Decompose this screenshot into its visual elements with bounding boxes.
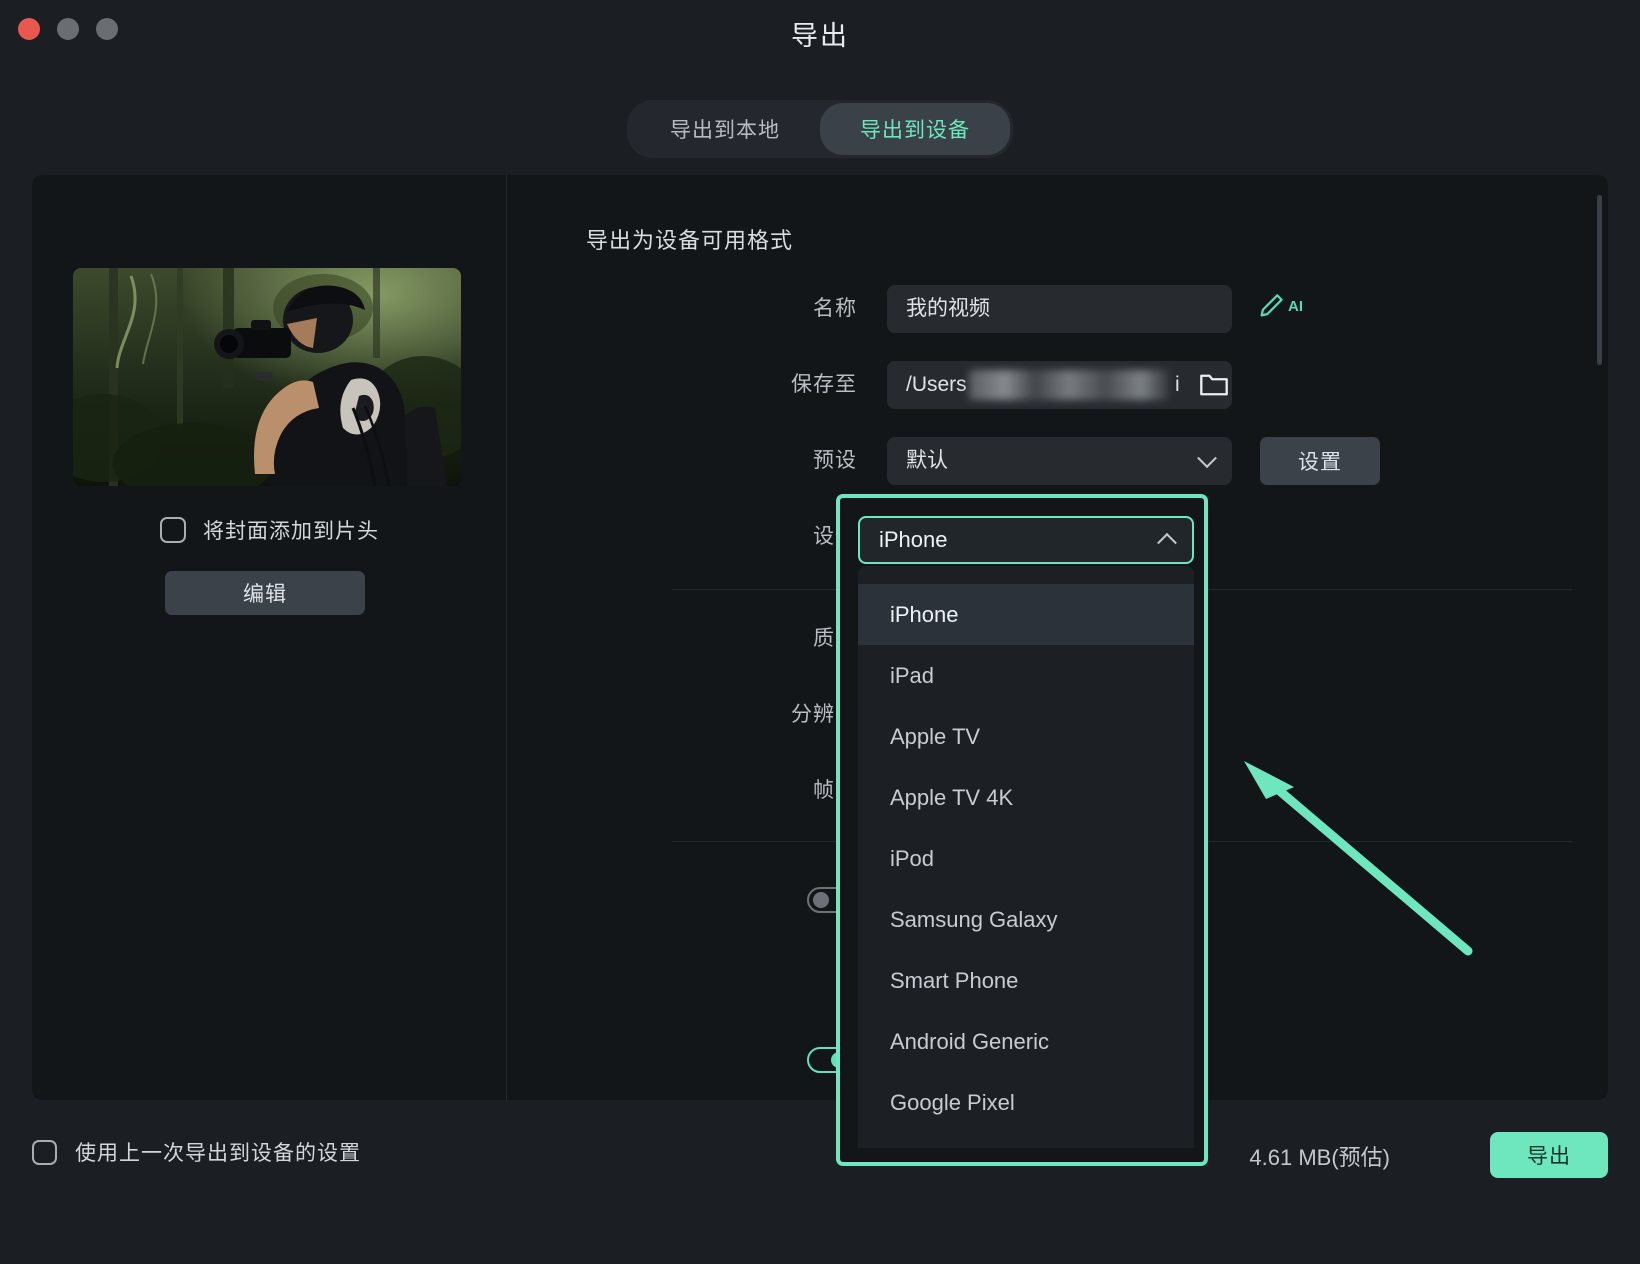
export-mode-tabs: 导出到本地 导出到设备 (0, 100, 1640, 158)
save-to-input[interactable]: /Users i (887, 361, 1232, 409)
chevron-up-icon (1157, 533, 1177, 553)
form-section-title: 导出为设备可用格式 (586, 223, 793, 255)
preset-select[interactable]: 默认 (887, 437, 1232, 485)
preview-column: 将封面添加到片头 编辑 (32, 175, 507, 1100)
settings-button[interactable]: 设置 (1260, 437, 1380, 485)
preset-label: 预设 (712, 437, 857, 485)
use-last-settings-checkbox[interactable] (32, 1140, 57, 1165)
name-input[interactable]: 我的视频 (887, 285, 1232, 333)
row-save-to: 保存至 /Users i (507, 361, 1608, 409)
chevron-down-icon (1197, 448, 1217, 468)
device-option-ipad[interactable]: iPad (858, 645, 1194, 706)
ai-label: AI (1288, 298, 1303, 315)
estimated-size-text: 4.61 MB(预估) (1249, 1140, 1390, 1172)
tab-export-to-device[interactable]: 导出到设备 (820, 103, 1010, 155)
device-option-apple-tv[interactable]: Apple TV (858, 706, 1194, 767)
device-option-samsung-galaxy[interactable]: Samsung Galaxy (858, 889, 1194, 950)
device-option-smart-phone[interactable]: Smart Phone (858, 950, 1194, 1011)
toggle-upper-knob (813, 892, 829, 908)
export-dialog-window: 导出 导出到本地 导出到设备 (0, 0, 1640, 1264)
redacted-path (969, 370, 1169, 400)
ai-rename-icon[interactable]: AI (1256, 291, 1303, 321)
device-dropdown-highlight: iPhone iPhone iPad Apple TV Apple TV 4K … (836, 494, 1208, 1166)
edit-button[interactable]: 编辑 (165, 571, 365, 615)
cover-checkbox[interactable] (160, 517, 186, 543)
device-select[interactable]: iPhone (858, 516, 1194, 564)
annotation-arrow-icon (1230, 755, 1480, 970)
device-option-apple-tv-4k[interactable]: Apple TV 4K (858, 767, 1194, 828)
cover-checkbox-row[interactable]: 将封面添加到片头 (32, 515, 507, 545)
page-title: 导出 (0, 14, 1640, 53)
cover-checkbox-label: 将封面添加到片头 (203, 515, 379, 545)
video-thumbnail (73, 268, 461, 486)
row-name: 名称 我的视频 AI (507, 285, 1608, 333)
device-option-iphone[interactable]: iPhone (858, 584, 1194, 645)
device-options-list: iPhone iPad Apple TV Apple TV 4K iPod Sa… (858, 566, 1194, 1148)
tab-export-to-local[interactable]: 导出到本地 (630, 103, 820, 155)
name-label: 名称 (712, 285, 857, 333)
bottom-bar: 使用上一次导出到设备的设置 4.61 MB(预估) 导出 (0, 1100, 1640, 1264)
titlebar: 导出 (0, 0, 1640, 66)
use-last-settings-row[interactable]: 使用上一次导出到设备的设置 (32, 1137, 361, 1167)
use-last-settings-label: 使用上一次导出到设备的设置 (75, 1137, 361, 1167)
row-preset: 预设 默认 设置 (507, 437, 1608, 485)
save-to-value-suffix: i (1175, 361, 1180, 409)
save-to-label: 保存至 (712, 361, 857, 409)
export-button[interactable]: 导出 (1490, 1132, 1608, 1178)
device-option-ipod[interactable]: iPod (858, 828, 1194, 889)
device-option-google-pixel[interactable]: Google Pixel (858, 1072, 1194, 1133)
device-option-android-generic[interactable]: Android Generic (858, 1011, 1194, 1072)
save-to-value: /Users (906, 373, 967, 396)
folder-icon[interactable] (1197, 368, 1231, 402)
